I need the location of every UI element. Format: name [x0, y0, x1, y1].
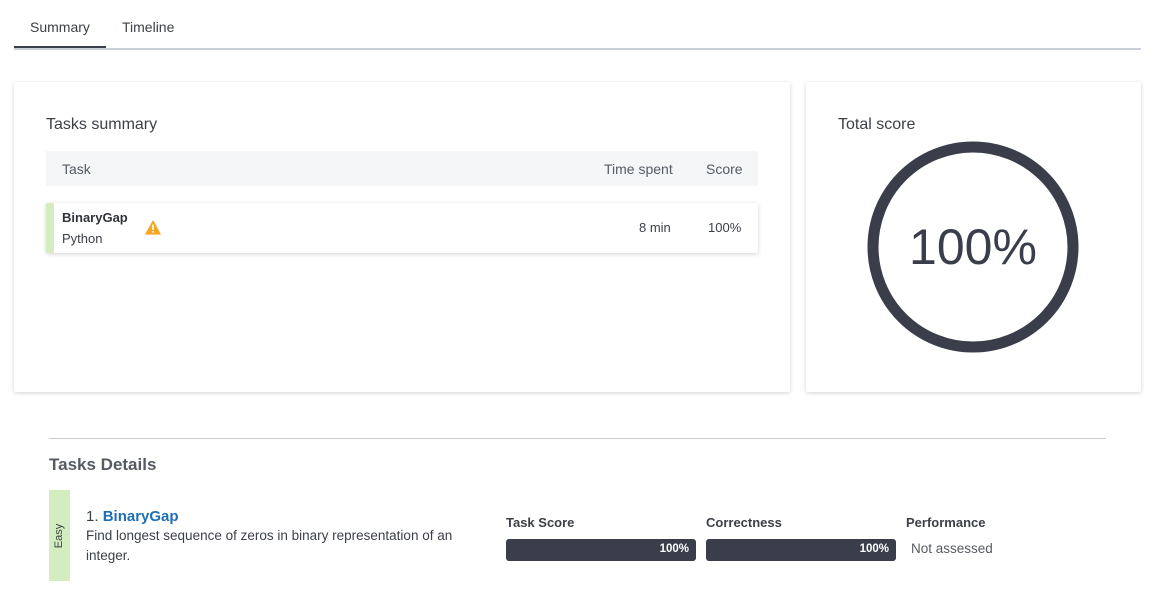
- tasks-summary-card: Tasks summary Task Time spent Score Bina…: [14, 82, 790, 392]
- warning-triangle-icon: [145, 220, 161, 235]
- total-score-value: 100%: [909, 219, 1037, 275]
- difficulty-label-wrap: Easy: [49, 490, 70, 581]
- tasks-summary-title: Tasks summary: [46, 116, 158, 133]
- column-header-time-spent: Time spent: [604, 161, 673, 177]
- performance-label: Performance: [906, 515, 986, 530]
- difficulty-label: Easy: [53, 523, 66, 548]
- task-description: Find longest sequence of zeros in binary…: [86, 528, 453, 563]
- task-detail-title: 1. BinaryGap: [86, 508, 179, 525]
- tasks-table-header: Task Time spent Score: [46, 151, 758, 186]
- task-name: BinaryGap: [62, 210, 128, 225]
- task-number: 1.: [86, 508, 99, 525]
- task-score: 100%: [708, 220, 742, 235]
- tasks-details-title: Tasks Details: [49, 455, 157, 474]
- column-header-task: Task: [62, 161, 91, 177]
- task-score-bar-value: 100%: [659, 543, 689, 555]
- task-time-spent: 8 min: [639, 220, 671, 235]
- correctness-bar: 100%: [706, 539, 896, 561]
- total-score-card: Total score 100%: [806, 82, 1141, 392]
- section-divider: [49, 438, 1106, 439]
- difficulty-stripe: [46, 203, 54, 253]
- task-score-label: Task Score: [506, 515, 575, 530]
- table-row[interactable]: BinaryGap Python 8 min 100%: [46, 203, 758, 253]
- total-score-title: Total score: [838, 116, 916, 133]
- correctness-bar-value: 100%: [859, 543, 889, 555]
- active-tab-indicator: [14, 46, 106, 48]
- column-header-score: Score: [706, 161, 743, 177]
- task-name-link[interactable]: BinaryGap: [103, 508, 179, 525]
- tab-timeline[interactable]: Timeline: [122, 19, 174, 35]
- performance-value: Not assessed: [911, 541, 993, 556]
- tab-summary[interactable]: Summary: [30, 19, 90, 35]
- correctness-label: Correctness: [706, 515, 782, 530]
- task-language: Python: [62, 231, 103, 246]
- task-score-bar: 100%: [506, 539, 696, 561]
- tab-bar: Summary Timeline: [14, 0, 1141, 50]
